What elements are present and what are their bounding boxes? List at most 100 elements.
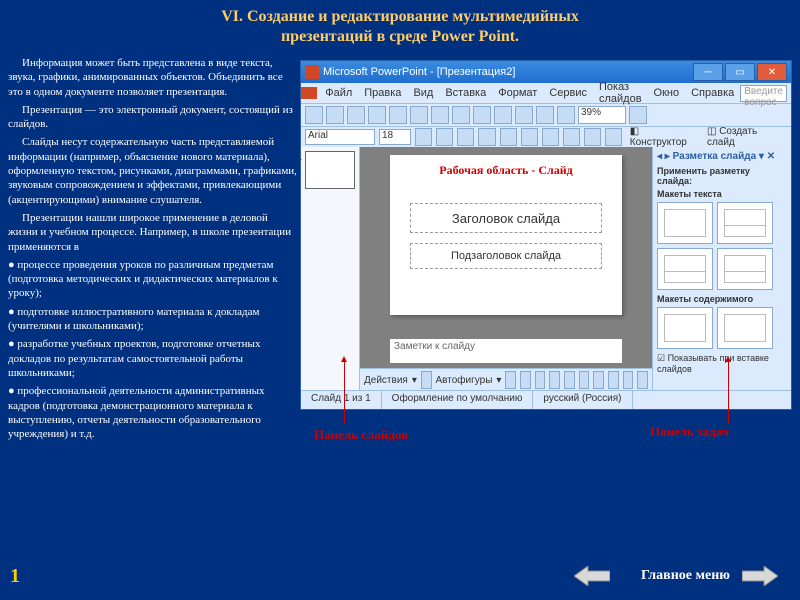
menu-tools[interactable]: Сервис <box>543 87 593 99</box>
menu-slideshow[interactable]: Показ слайдов <box>593 81 648 105</box>
prev-button[interactable] <box>574 566 610 586</box>
undo-icon[interactable] <box>494 106 512 124</box>
spell-icon[interactable] <box>410 106 428 124</box>
minimize-button[interactable]: ─ <box>693 63 723 81</box>
menu-insert[interactable]: Вставка <box>439 87 492 99</box>
page-heading-l2: презентаций в среде Power Point. <box>0 28 800 52</box>
next-button[interactable] <box>742 566 778 586</box>
align-left-icon[interactable] <box>500 128 517 146</box>
status-slide-count: Слайд 1 из 1 <box>301 391 382 409</box>
slide-thumbnail[interactable] <box>305 151 355 189</box>
decrease-font-icon[interactable] <box>605 128 622 146</box>
arrow-icon[interactable] <box>520 371 531 389</box>
menu-window[interactable]: Окно <box>648 87 686 99</box>
table-icon[interactable] <box>557 106 575 124</box>
bold-icon[interactable] <box>415 128 432 146</box>
layout-content-2[interactable] <box>717 307 773 349</box>
work-area: Рабочая область - Слайд Заголовок слайда… <box>301 147 791 391</box>
new-slide-button[interactable]: ◫ Создать слайд <box>703 126 787 148</box>
help-icon[interactable] <box>629 106 647 124</box>
fillcolor-icon[interactable] <box>608 371 619 389</box>
notes-pane[interactable]: Заметки к слайду <box>390 339 622 363</box>
font-select[interactable]: Arial <box>305 129 375 145</box>
annotation-slidepanel: Панель слайдов <box>314 427 408 443</box>
menu-help[interactable]: Справка <box>685 87 740 99</box>
para: Презентация — это электронный документ, … <box>8 103 298 132</box>
app-icon <box>305 65 319 79</box>
fontsize-select[interactable]: 18 <box>379 129 411 145</box>
bullet: ● подготовке иллюстративного материала к… <box>8 305 298 334</box>
title-placeholder[interactable]: Заголовок слайда <box>410 203 602 233</box>
annotation-taskpanel: Панель задач <box>650 424 729 440</box>
line-icon[interactable] <box>505 371 516 389</box>
slide-edit-area: Рабочая область - Слайд Заголовок слайда… <box>360 147 652 391</box>
layout-title[interactable] <box>717 202 773 244</box>
layout-blank[interactable] <box>657 202 713 244</box>
powerpoint-window: Microsoft PowerPoint - [Презентация2] ─ … <box>300 60 792 410</box>
formatting-toolbar: Arial 18 ◧ Конструктор ◫ Создать слайд <box>301 127 791 148</box>
subtitle-placeholder[interactable]: Подзаголовок слайда <box>410 243 602 269</box>
increase-font-icon[interactable] <box>584 128 601 146</box>
slide-panel <box>301 147 360 391</box>
wordart-icon[interactable] <box>579 371 590 389</box>
menubar: Файл Правка Вид Вставка Формат Сервис По… <box>301 83 791 104</box>
show-on-insert-checkbox[interactable]: ☑ Показывать при вставке слайдов <box>657 353 787 374</box>
fontcolor-icon[interactable] <box>637 371 648 389</box>
paste-icon[interactable] <box>473 106 491 124</box>
current-slide[interactable]: Рабочая область - Слайд Заголовок слайда… <box>390 155 622 315</box>
menu-view[interactable]: Вид <box>407 87 439 99</box>
layout-section-content: Макеты содержимого <box>657 294 787 304</box>
page-heading-l1: VI. Создание и редактирование мультимеди… <box>0 0 800 28</box>
underline-icon[interactable] <box>457 128 474 146</box>
window-title: Microsoft PowerPoint - [Презентация2] <box>323 66 515 78</box>
layout-two-col[interactable] <box>717 248 773 290</box>
bullet: ● профессиональной деятельности админист… <box>8 384 298 441</box>
taskpane-title: ◂ ▸ Разметка слайда ▾ ✕ <box>657 151 787 162</box>
layout-section-text: Макеты текста <box>657 189 787 199</box>
align-center-icon[interactable] <box>521 128 538 146</box>
rect-icon[interactable] <box>535 371 546 389</box>
clipart-icon[interactable] <box>593 371 604 389</box>
open-icon[interactable] <box>326 106 344 124</box>
status-language: русский (Россия) <box>533 391 632 409</box>
bullet: ● разработке учебных проектов, подготовк… <box>8 337 298 380</box>
actions-menu[interactable]: Действия <box>364 375 408 386</box>
para: Презентации нашли широкое применение в д… <box>8 211 298 254</box>
close-button[interactable]: ✕ <box>757 63 787 81</box>
new-icon[interactable] <box>305 106 323 124</box>
designer-button[interactable]: ◧ Конструктор <box>626 126 699 148</box>
preview-icon[interactable] <box>389 106 407 124</box>
redo-icon[interactable] <box>515 106 533 124</box>
align-right-icon[interactable] <box>542 128 559 146</box>
autoshapes-menu[interactable]: Автофигуры <box>436 375 493 386</box>
menu-edit[interactable]: Правка <box>358 87 407 99</box>
shadow-icon[interactable] <box>478 128 495 146</box>
menu-file[interactable]: Файл <box>319 87 358 99</box>
chart-icon[interactable] <box>536 106 554 124</box>
select-icon[interactable] <box>421 371 432 389</box>
menu-format[interactable]: Формат <box>492 87 543 99</box>
drawing-toolbar: Действия▾ Автофигуры▾ <box>360 368 652 391</box>
help-search-input[interactable]: Введите вопрос <box>740 85 787 102</box>
cut-icon[interactable] <box>431 106 449 124</box>
linecolor-icon[interactable] <box>623 371 634 389</box>
page-number: 1 <box>10 565 20 588</box>
layout-bullets[interactable] <box>657 248 713 290</box>
arrow-to-taskpane <box>728 358 729 424</box>
italic-icon[interactable] <box>436 128 453 146</box>
save-icon[interactable] <box>347 106 365 124</box>
titlebar: Microsoft PowerPoint - [Презентация2] ─ … <box>301 61 791 83</box>
main-menu-link[interactable]: Главное меню <box>641 568 730 584</box>
bullets-icon[interactable] <box>563 128 580 146</box>
layout-content-1[interactable] <box>657 307 713 349</box>
oval-icon[interactable] <box>549 371 560 389</box>
maximize-button[interactable]: ▭ <box>725 63 755 81</box>
app-icon-small <box>301 87 317 99</box>
textbox-icon[interactable] <box>564 371 575 389</box>
status-design: Оформление по умолчанию <box>382 391 534 409</box>
print-icon[interactable] <box>368 106 386 124</box>
para: Информация может быть представлена в вид… <box>8 56 298 99</box>
body-text: Информация может быть представлена в вид… <box>8 56 298 445</box>
zoom-select[interactable]: 39% <box>578 106 626 124</box>
copy-icon[interactable] <box>452 106 470 124</box>
